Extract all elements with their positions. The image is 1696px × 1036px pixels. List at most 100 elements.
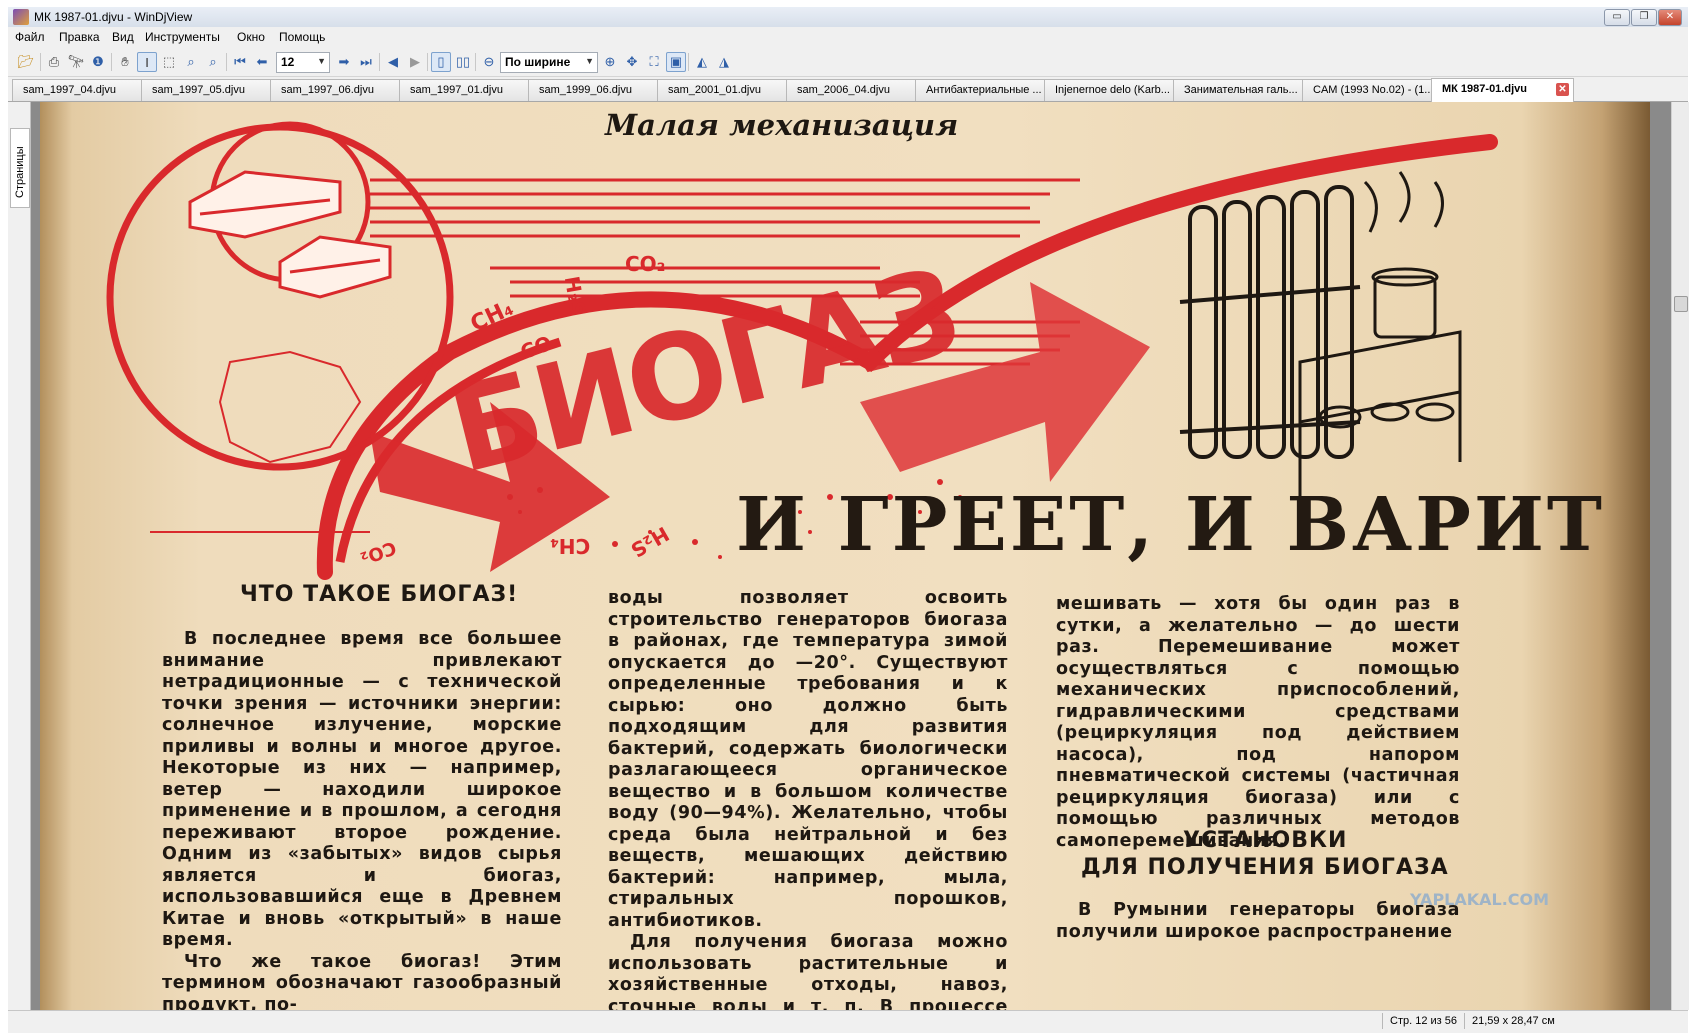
- page-number-value: 12: [281, 55, 295, 69]
- tab-label: Injenernoe delo (Karb...: [1055, 84, 1170, 96]
- prev-page-icon[interactable]: ⬅: [252, 52, 272, 72]
- toolbar-separator: [688, 53, 689, 71]
- tab-label: sam_1997_01.djvu: [410, 84, 503, 96]
- tab-label: Занимательная галь...: [1184, 84, 1298, 96]
- paragraph: воды позволяет освоить строительство ген…: [608, 588, 1008, 931]
- page-number-combo[interactable]: 12 ▼: [276, 52, 330, 73]
- print-icon[interactable]: ⎙: [44, 52, 64, 72]
- minimize-button[interactable]: ▭: [1604, 9, 1630, 26]
- paragraph: мешивать — хотя бы один раз в сутки, а ж…: [1056, 594, 1460, 851]
- menu-tools[interactable]: Инструменты: [145, 30, 220, 44]
- toolbar-separator: [111, 53, 112, 71]
- tab-sam-1999-06[interactable]: sam_1999_06.djvu: [528, 79, 668, 101]
- zoom-value: По ширине: [505, 55, 571, 69]
- last-page-icon[interactable]: ⏭: [356, 52, 376, 72]
- article-column-1: В последнее время все большее внимание п…: [162, 629, 562, 1010]
- page-status: Стр. 12 из 56: [1390, 1015, 1457, 1027]
- menu-file[interactable]: Файл: [15, 30, 45, 44]
- paragraph: Для получения биогаза можно использовать…: [608, 932, 1008, 1010]
- window-title: МК 1987-01.djvu - WinDjView: [34, 10, 193, 24]
- menu-edit[interactable]: Правка: [59, 30, 100, 44]
- toolbar-separator: [40, 53, 41, 71]
- pages-panel-tab[interactable]: Страницы: [10, 128, 30, 208]
- toolbar-separator: [427, 53, 428, 71]
- article-column-3b: В Румынии генераторы биогаза получили ши…: [1056, 900, 1460, 943]
- open-icon[interactable]: 📂︎: [16, 52, 36, 72]
- zoom-in-rect-icon[interactable]: ⌕: [181, 52, 201, 72]
- toolbar-separator: [475, 53, 476, 71]
- two-page-icon[interactable]: ▯▯: [453, 52, 473, 72]
- tab-sam-1997-04[interactable]: sam_1997_04.djvu: [12, 79, 152, 101]
- section-title: ЧТО ТАКОЕ БИОГАЗ!: [240, 582, 519, 607]
- toolbar: 📂︎ ⎙ 🔭︎ ❶ ✋︎ I ⬚ ⌕ ⌕ ⏮ ⬅ 12 ▼ ➡ ⏭ ◀ ▶ ▯ …: [8, 47, 1688, 77]
- rubric-title: Малая механизация: [605, 108, 959, 142]
- side-panel: Страницы: [8, 102, 31, 1010]
- select-area-icon[interactable]: ⬚: [159, 52, 179, 72]
- find-icon[interactable]: 🔭︎: [66, 52, 86, 72]
- tab-zanimatelnaya[interactable]: Занимательная галь...: [1173, 79, 1313, 101]
- zoom-combo[interactable]: По ширине ▼: [500, 52, 598, 73]
- section-title: УСТАНОВКИ: [1183, 828, 1348, 853]
- app-icon: [13, 9, 29, 25]
- tab-injenernoe-delo[interactable]: Injenernoe delo (Karb...: [1044, 79, 1184, 101]
- close-button[interactable]: ✕: [1658, 9, 1682, 26]
- title-bar: МК 1987-01.djvu - WinDjView ▭ ❐ ✕: [8, 7, 1688, 28]
- first-page-icon[interactable]: ⏮: [230, 52, 250, 72]
- tab-label: sam_2001_01.djvu: [668, 84, 761, 96]
- paragraph: В последнее время все большее внимание п…: [162, 629, 562, 950]
- tab-label: sam_1997_04.djvu: [23, 84, 116, 96]
- article-column-2: воды позволяет освоить строительство ген…: [608, 588, 1008, 1010]
- menu-help[interactable]: Помощь: [279, 30, 325, 44]
- tab-mk-1987-01[interactable]: МК 1987-01.djvu ✕: [1431, 78, 1574, 102]
- menu-view[interactable]: Вид: [112, 30, 134, 44]
- pages-panel-label: Страницы: [14, 146, 26, 198]
- menu-bar: Файл Правка Вид Инструменты Окно Помощь: [8, 27, 1688, 47]
- zoom-out-icon[interactable]: ⊖: [479, 52, 499, 72]
- map-outline: [218, 350, 362, 464]
- zoom-out-rect-icon[interactable]: ⌕: [203, 52, 223, 72]
- page-size-status: 21,59 x 28,47 см: [1472, 1015, 1555, 1027]
- select-text-icon[interactable]: I: [137, 52, 157, 72]
- tab-sam-2006-04[interactable]: sam_2006_04.djvu: [786, 79, 926, 101]
- tab-label: МК 1987-01.djvu: [1442, 83, 1527, 95]
- rotate-right-icon[interactable]: ◮: [714, 52, 734, 72]
- formula-label: CH₄: [550, 534, 591, 558]
- tab-label: Антибактериальные ...: [926, 84, 1042, 96]
- back-icon[interactable]: ◀: [383, 52, 403, 72]
- zoom-in-icon[interactable]: ⊕: [600, 52, 620, 72]
- next-page-icon[interactable]: ➡: [334, 52, 354, 72]
- tab-antibacterial[interactable]: Антибактериальные ...: [915, 79, 1055, 101]
- status-separator: [1464, 1013, 1465, 1029]
- tab-sam-1997-01[interactable]: sam_1997_01.djvu: [399, 79, 539, 101]
- info-icon[interactable]: ❶: [88, 52, 108, 72]
- rotate-left-icon[interactable]: ◭: [692, 52, 712, 72]
- menu-window[interactable]: Окно: [237, 30, 265, 44]
- maximize-button[interactable]: ❐: [1631, 9, 1657, 26]
- document-view[interactable]: Малая механизация CH₄ H₂S CO₂ CO₂ CH₄ H₂…: [31, 102, 1671, 1010]
- formula-label: CO₂: [625, 252, 666, 276]
- single-page-icon[interactable]: ▯: [431, 52, 451, 72]
- tab-sam-1997-05[interactable]: sam_1997_05.djvu: [141, 79, 281, 101]
- tab-sam-1997-06[interactable]: sam_1997_06.djvu: [270, 79, 410, 101]
- fit-page-icon[interactable]: ⛶: [644, 52, 664, 72]
- tab-label: CAM (1993 No.02) - (1...: [1313, 84, 1434, 96]
- tab-label: sam_2006_04.djvu: [797, 84, 890, 96]
- vertical-scrollbar[interactable]: [1671, 102, 1689, 1010]
- tab-sam-1993[interactable]: CAM (1993 No.02) - (1...: [1302, 79, 1442, 101]
- chevron-down-icon: ▼: [317, 56, 326, 66]
- toolbar-separator: [226, 53, 227, 71]
- chevron-down-icon: ▼: [585, 56, 594, 66]
- forward-icon[interactable]: ▶: [405, 52, 425, 72]
- fit-width-icon[interactable]: ✥: [622, 52, 642, 72]
- document-page: Малая механизация CH₄ H₂S CO₂ CO₂ CH₄ H₂…: [40, 102, 1650, 1010]
- hand-icon[interactable]: ✋︎: [115, 52, 135, 72]
- actual-size-icon[interactable]: ▣: [666, 52, 686, 72]
- scrollbar-thumb[interactable]: [1674, 296, 1688, 312]
- close-tab-icon[interactable]: ✕: [1556, 83, 1569, 96]
- status-separator: [1382, 1013, 1383, 1029]
- tab-sam-2001-01[interactable]: sam_2001_01.djvu: [657, 79, 797, 101]
- document-tabs: sam_1997_04.djvu sam_1997_05.djvu sam_19…: [8, 77, 1688, 102]
- tab-label: sam_1999_06.djvu: [539, 84, 632, 96]
- tab-label: sam_1997_06.djvu: [281, 84, 374, 96]
- toolbar-separator: [379, 53, 380, 71]
